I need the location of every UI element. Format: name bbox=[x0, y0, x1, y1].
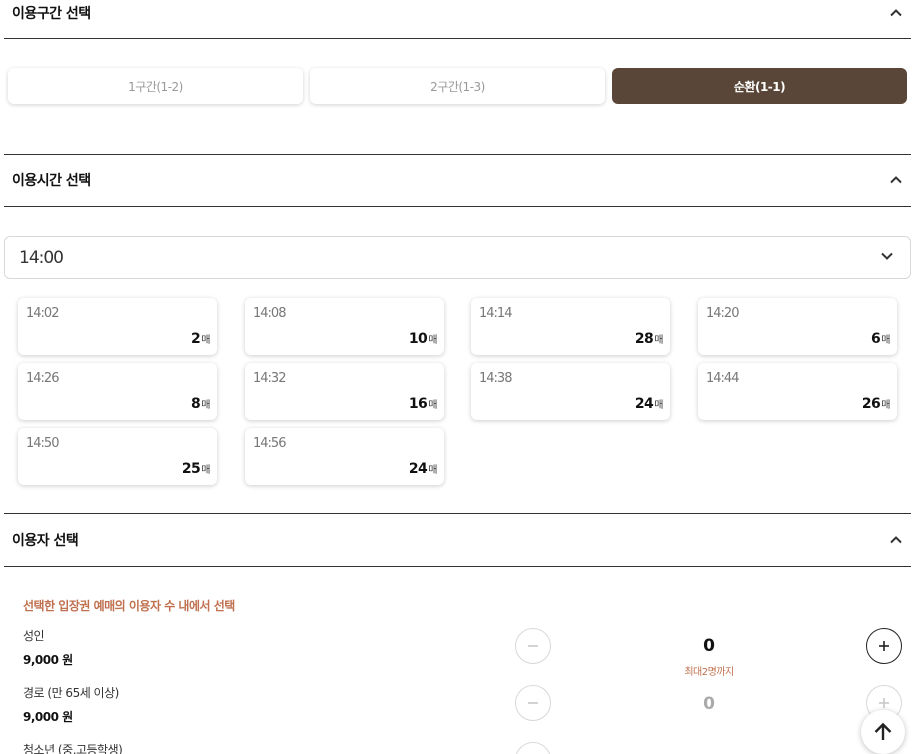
slot-count-value: 2 bbox=[191, 331, 201, 347]
slot-count-value: 24 bbox=[634, 396, 654, 412]
time-slot[interactable]: 14:14 28매 bbox=[471, 298, 670, 355]
slot-time: 14:14 bbox=[479, 306, 512, 321]
slot-count: 6매 bbox=[871, 331, 890, 347]
section-title: 이용시간 선택 bbox=[12, 173, 91, 189]
section-divider bbox=[4, 38, 911, 39]
plus-icon bbox=[879, 641, 889, 651]
slot-time: 14:32 bbox=[253, 371, 286, 386]
time-slot[interactable]: 14:02 2매 bbox=[18, 298, 217, 355]
slot-unit: 매 bbox=[201, 465, 210, 476]
slot-count: 2매 bbox=[191, 331, 210, 347]
slot-time: 14:44 bbox=[706, 371, 739, 386]
slot-unit: 매 bbox=[654, 335, 663, 346]
plus-icon bbox=[879, 698, 889, 708]
section-header-users[interactable]: 이용자 선택 bbox=[4, 526, 911, 554]
time-slot[interactable]: 14:44 26매 bbox=[698, 363, 897, 420]
section-divider bbox=[4, 566, 911, 567]
route-option-1[interactable]: 1구간(1-2) bbox=[8, 68, 303, 104]
slot-count: 24매 bbox=[634, 396, 664, 412]
chevron-up-icon[interactable] bbox=[889, 533, 903, 547]
decrease-adult-button[interactable] bbox=[515, 628, 551, 664]
adult-max-note: 최대2명까지 bbox=[684, 667, 734, 678]
slot-unit: 매 bbox=[428, 400, 437, 411]
slot-time: 14:38 bbox=[479, 371, 512, 386]
route-option-label: 1구간(1-2) bbox=[128, 79, 183, 94]
slot-count: 8매 bbox=[191, 396, 210, 412]
section-title: 이용구간 선택 bbox=[12, 6, 91, 22]
decrease-senior-button[interactable] bbox=[515, 685, 551, 721]
slot-time: 14:02 bbox=[26, 306, 59, 321]
slot-unit: 매 bbox=[428, 465, 437, 476]
slot-count-value: 6 bbox=[871, 331, 881, 347]
scroll-top-button[interactable] bbox=[861, 710, 905, 754]
time-slot[interactable]: 14:56 24매 bbox=[245, 428, 444, 485]
user-type-youth: 청소년 (중,고등학생) bbox=[23, 743, 123, 754]
slot-count: 10매 bbox=[408, 331, 438, 347]
slot-unit: 매 bbox=[881, 400, 890, 411]
slot-unit: 매 bbox=[201, 335, 210, 346]
time-slot[interactable]: 14:32 16매 bbox=[245, 363, 444, 420]
route-option-2[interactable]: 2구간(1-3) bbox=[310, 68, 605, 104]
route-option-label: 순환(1-1) bbox=[733, 79, 786, 94]
slot-time: 14:08 bbox=[253, 306, 286, 321]
minus-icon bbox=[528, 645, 538, 647]
section-divider bbox=[4, 513, 911, 514]
arrow-up-icon bbox=[874, 722, 892, 740]
decrease-youth-button[interactable] bbox=[515, 742, 551, 754]
slot-count: 25매 bbox=[181, 461, 211, 477]
slot-unit: 매 bbox=[201, 400, 210, 411]
route-option-label: 2구간(1-3) bbox=[430, 79, 485, 94]
chevron-down-icon bbox=[880, 248, 894, 267]
slot-count: 16매 bbox=[408, 396, 438, 412]
chevron-up-icon[interactable] bbox=[889, 6, 903, 20]
time-slot[interactable]: 14:50 25매 bbox=[18, 428, 217, 485]
minus-icon bbox=[528, 702, 538, 704]
user-type-adult: 성인 bbox=[23, 629, 45, 643]
slot-count-value: 24 bbox=[408, 461, 428, 477]
slot-count-value: 28 bbox=[634, 331, 654, 347]
slot-count-value: 25 bbox=[181, 461, 201, 477]
chevron-up-icon[interactable] bbox=[889, 173, 903, 187]
slot-count-value: 10 bbox=[408, 331, 428, 347]
slot-count-value: 26 bbox=[861, 396, 881, 412]
section-divider bbox=[4, 206, 911, 207]
user-price-adult: 9,000 원 bbox=[23, 653, 73, 667]
time-slot[interactable]: 14:08 10매 bbox=[245, 298, 444, 355]
users-notice: 선택한 입장권 예매의 이용자 수 내에서 선택 bbox=[23, 599, 235, 613]
slot-count: 24매 bbox=[408, 461, 438, 477]
slot-count-value: 16 bbox=[408, 396, 428, 412]
section-divider bbox=[4, 154, 911, 155]
time-select-value: 14:00 bbox=[19, 247, 64, 268]
senior-quantity: 0 bbox=[703, 694, 715, 714]
slot-count: 26매 bbox=[861, 396, 891, 412]
time-select[interactable]: 14:00 bbox=[4, 236, 911, 279]
time-slot[interactable]: 14:20 6매 bbox=[698, 298, 897, 355]
slot-time: 14:20 bbox=[706, 306, 739, 321]
slot-time: 14:26 bbox=[26, 371, 59, 386]
slot-count-value: 8 bbox=[191, 396, 201, 412]
slot-count: 28매 bbox=[634, 331, 664, 347]
slot-unit: 매 bbox=[881, 335, 890, 346]
user-type-senior: 경로 (만 65세 이상) bbox=[23, 686, 119, 700]
user-price-senior: 9,000 원 bbox=[23, 710, 73, 724]
slot-unit: 매 bbox=[654, 400, 663, 411]
adult-quantity: 0 bbox=[703, 636, 715, 656]
section-title: 이용자 선택 bbox=[12, 533, 79, 549]
increase-adult-button[interactable] bbox=[866, 628, 902, 664]
slot-time: 14:56 bbox=[253, 436, 286, 451]
slot-unit: 매 bbox=[428, 335, 437, 346]
time-slot[interactable]: 14:38 24매 bbox=[471, 363, 670, 420]
section-header-route[interactable]: 이용구간 선택 bbox=[4, 0, 911, 26]
slot-time: 14:50 bbox=[26, 436, 59, 451]
route-option-loop[interactable]: 순환(1-1) bbox=[612, 68, 907, 104]
time-slot[interactable]: 14:26 8매 bbox=[18, 363, 217, 420]
section-header-time[interactable]: 이용시간 선택 bbox=[4, 166, 911, 194]
